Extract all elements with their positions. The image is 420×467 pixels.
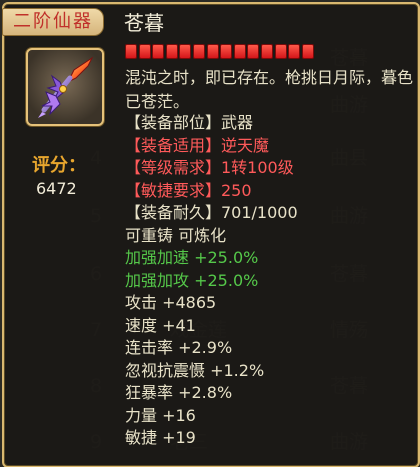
item-tooltip: 二阶仙器 苍暮 评分： 6472 混沌之时，即已存在。枪挑日月际，暮色已苍茫。 … [2,2,420,467]
attribute-line: 攻击 +4865 [125,293,217,312]
attribute-line: 【敏捷要求】250 [125,180,252,200]
attribute-line: 【装备耐久】701/1000 [125,203,298,222]
score-value: 6472 [36,179,77,198]
attribute-line: 力量 +16 [125,405,196,425]
attribute-line: 【装备适用】逆天魔 [125,135,270,155]
game-screen: 苍暮曲游4曲县5曲游6苍暮7戏金莲情殇8苍暮9老三曲游 二阶仙器 苍暮 [0,0,420,467]
item-attributes: 【装备部位】武器 【装备适用】逆天魔【等级需求】1转100级 【敏捷要求】250 【装… [125,112,415,450]
star-icon [288,44,301,59]
star-icon [247,44,260,59]
attribute-line: 【装备部位】武器 [125,113,254,132]
star-icon [138,44,151,59]
attribute-line: 【等级需求】1转100级 [125,158,294,177]
score-label: 评分： [32,155,86,176]
star-icon [192,44,205,59]
item-name: 苍暮 [124,11,164,35]
star-icon [274,44,287,59]
item-description: 混沌之时，即已存在。枪挑日月际，暮色已苍茫。 [125,68,414,111]
star-icon [165,44,178,59]
attribute-line: 可重铸 可炼化 [125,225,227,245]
attribute-line: 速度 +41 [125,315,196,335]
attribute-line: 连击率 +2.9% [125,338,233,357]
star-icon [301,44,314,59]
attribute-line: 加强加速 +25.0% [125,248,259,267]
star-icon [125,44,137,59]
star-icon [260,44,273,59]
star-icon [206,44,219,59]
item-icon-frame[interactable] [26,48,104,126]
spear-weapon-icon [38,56,94,118]
star-icon [233,44,246,59]
star-icon [152,44,165,59]
star-icon [179,44,192,59]
attribute-line: 敏捷 +19 [125,428,196,447]
attribute-line: 加强加攻 +25.0% [125,270,259,290]
star-rating [125,44,325,62]
item-rank-tag: 二阶仙器 [2,8,104,36]
star-icon [220,44,233,59]
attribute-line: 忽视抗震慑 +1.2% [125,360,265,380]
attribute-line: 狂暴率 +2.8% [125,383,233,402]
